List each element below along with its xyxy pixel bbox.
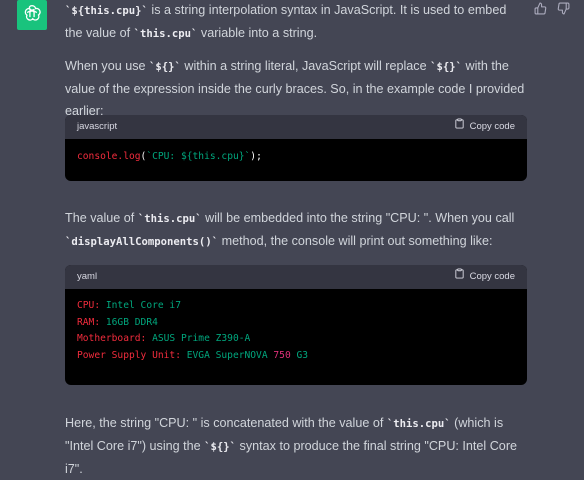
openai-logo-icon — [22, 3, 42, 28]
assistant-avatar — [17, 0, 47, 30]
copy-code-button[interactable]: Copy code — [454, 266, 515, 288]
inline-code: `${}` — [149, 61, 181, 73]
copy-code-button[interactable]: Copy code — [454, 116, 515, 138]
inline-code: `${}` — [204, 441, 237, 453]
paragraph: The value of `this.cpu` will be embedded… — [65, 211, 515, 248]
code-content: CPU: Intel Core i7 RAM: 16GB DDR4 Mother… — [65, 289, 527, 374]
copy-code-label: Copy code — [469, 121, 515, 132]
code-block-yaml: yaml Copy code CPU: Intel Core i7 RAM: 1… — [65, 265, 527, 385]
clipboard-icon — [454, 266, 465, 288]
code-block-header: javascript Copy code — [65, 115, 527, 139]
code-language-label: javascript — [77, 121, 118, 132]
code-line: Power Supply Unit: EVGA SuperNOVA 750 G3 — [77, 349, 309, 361]
thumbs-up-icon[interactable] — [534, 2, 547, 15]
thumbs-down-icon[interactable] — [557, 2, 570, 15]
inline-code: `this.cpu` — [386, 418, 451, 430]
code-line: RAM: 16GB DDR4 — [77, 316, 158, 328]
inline-code: `${}` — [430, 61, 462, 73]
code-line: CPU: Intel Core i7 — [77, 300, 181, 311]
inline-code: `displayAllComponents()` — [65, 236, 219, 248]
inline-code: `this.cpu` — [137, 213, 202, 225]
paragraph: When you use `${}` within a string liter… — [65, 59, 525, 118]
copy-code-label: Copy code — [469, 271, 515, 282]
code-language-label: yaml — [77, 271, 98, 282]
paragraph: Here, the string "CPU: " is concatenated… — [65, 416, 518, 476]
code-block-javascript: javascript Copy code console.log(`CPU: $… — [65, 115, 527, 181]
inline-code: `this.cpu` — [133, 28, 198, 40]
paragraph: `${this.cpu}` is a string interpolation … — [65, 3, 507, 40]
code-content: console.log(`CPU: ${this.cpu}`); — [77, 151, 262, 162]
inline-code: `${this.cpu}` — [65, 5, 148, 17]
feedback-buttons — [534, 2, 570, 15]
code-block-header: yaml Copy code — [65, 265, 527, 289]
clipboard-icon — [454, 116, 465, 138]
code-line: Motherboard: ASUS Prime Z390-A — [77, 333, 251, 344]
